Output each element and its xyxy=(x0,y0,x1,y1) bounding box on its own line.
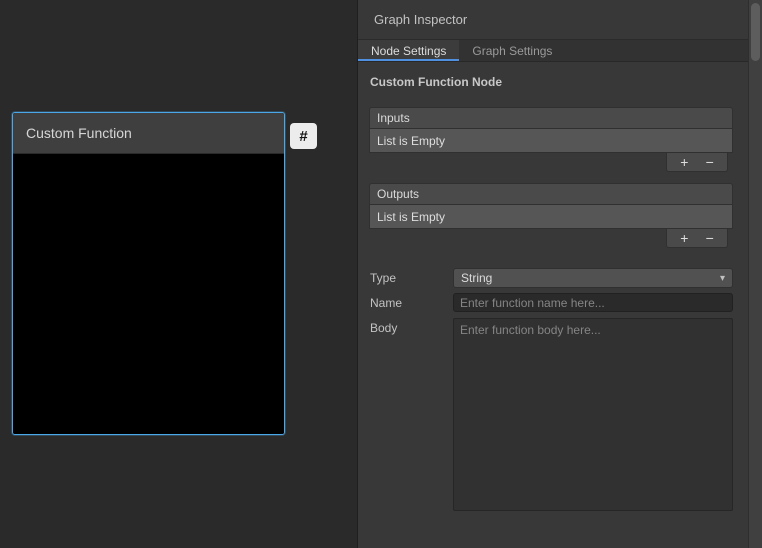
node-docs-badge[interactable]: # xyxy=(290,123,317,149)
type-dropdown-value: String xyxy=(461,271,492,285)
inputs-add-button[interactable]: + xyxy=(676,155,692,169)
inputs-remove-button[interactable]: − xyxy=(702,155,718,169)
inputs-list-header: Inputs xyxy=(369,107,733,128)
inputs-list-footer-wrap: + − xyxy=(369,153,733,172)
plus-icon: + xyxy=(680,154,688,170)
inputs-list-footer: + − xyxy=(666,153,728,172)
name-label: Name xyxy=(369,293,453,313)
outputs-list: Outputs List is Empty + − xyxy=(369,183,733,248)
body-field-row: Body xyxy=(369,318,733,511)
type-label: Type xyxy=(369,268,453,288)
inspector-scrollbar[interactable] xyxy=(748,0,762,548)
outputs-empty-row: List is Empty xyxy=(369,204,733,229)
inputs-empty-label: List is Empty xyxy=(377,134,445,148)
graph-inspector-panel: Graph Inspector Node Settings Graph Sett… xyxy=(357,0,762,548)
hash-icon: # xyxy=(299,128,307,145)
minus-icon: − xyxy=(706,230,714,246)
inputs-list: Inputs List is Empty + − xyxy=(369,107,733,172)
name-field-row: Name xyxy=(369,293,733,313)
inspector-tabbar: Node Settings Graph Settings xyxy=(358,40,762,62)
chevron-down-icon: ▾ xyxy=(720,273,725,284)
custom-function-node[interactable]: Custom Function xyxy=(12,112,285,435)
function-body-input[interactable] xyxy=(453,318,733,511)
inspector-header: Graph Inspector xyxy=(358,0,762,40)
body-label: Body xyxy=(369,318,453,338)
outputs-header-label: Outputs xyxy=(377,187,419,201)
tab-graph-settings[interactable]: Graph Settings xyxy=(459,40,565,61)
section-title: Custom Function Node xyxy=(370,75,733,89)
node-title: Custom Function xyxy=(26,125,132,141)
type-dropdown[interactable]: String ▾ xyxy=(453,268,733,288)
inputs-header-label: Inputs xyxy=(377,111,410,125)
outputs-list-footer-wrap: + − xyxy=(369,229,733,248)
outputs-list-footer: + − xyxy=(666,229,728,248)
outputs-empty-label: List is Empty xyxy=(377,210,445,224)
scrollbar-thumb[interactable] xyxy=(751,3,760,61)
inspector-content: Custom Function Node Inputs List is Empt… xyxy=(358,62,749,511)
inspector-title: Graph Inspector xyxy=(374,12,467,27)
tab-node-settings-label: Node Settings xyxy=(371,44,446,58)
outputs-list-header: Outputs xyxy=(369,183,733,204)
minus-icon: − xyxy=(706,154,714,170)
function-name-input[interactable] xyxy=(453,293,733,312)
node-preview-area xyxy=(13,154,284,435)
plus-icon: + xyxy=(680,230,688,246)
tab-graph-settings-label: Graph Settings xyxy=(472,44,552,58)
node-title-bar[interactable]: Custom Function xyxy=(13,113,284,154)
node-settings-fields: Type String ▾ Name Body xyxy=(369,268,733,511)
graph-canvas[interactable]: Custom Function # xyxy=(0,0,357,548)
outputs-add-button[interactable]: + xyxy=(676,231,692,245)
type-field-row: Type String ▾ xyxy=(369,268,733,288)
tab-node-settings[interactable]: Node Settings xyxy=(358,40,459,61)
shader-graph-window: Custom Function # Graph Inspector Node S… xyxy=(0,0,762,548)
inputs-empty-row: List is Empty xyxy=(369,128,733,153)
outputs-remove-button[interactable]: − xyxy=(702,231,718,245)
